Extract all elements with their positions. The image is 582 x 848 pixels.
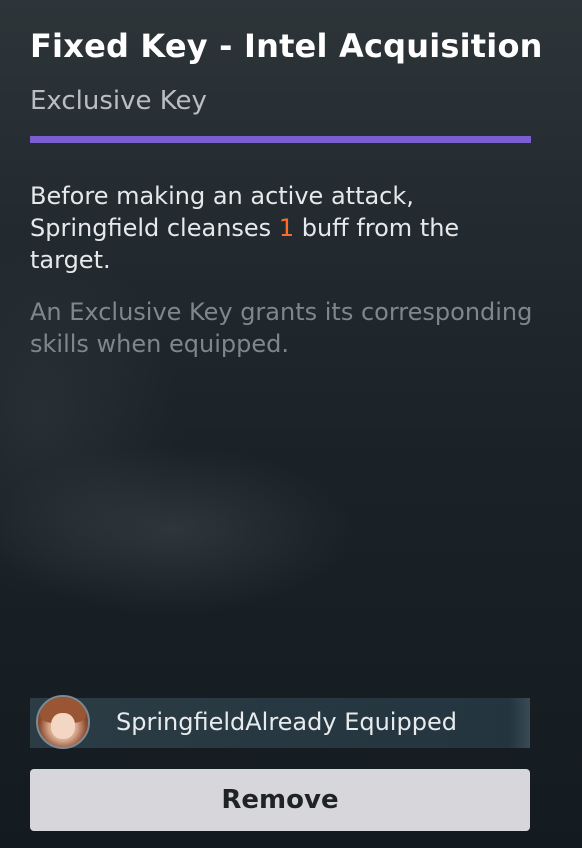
- equipped-status-row: SpringfieldAlready Equipped: [30, 695, 530, 749]
- equipped-status-text: SpringfieldAlready Equipped: [116, 708, 457, 736]
- exclusive-key-note: An Exclusive Key grants its correspondin…: [30, 298, 533, 358]
- key-detail-panel: Fixed Key - Intel Acquisition Exclusive …: [0, 0, 582, 848]
- item-type-label: Exclusive Key: [30, 86, 207, 116]
- row-edge-decoration: [508, 698, 530, 748]
- skill-description: Before making an active attack, Springfi…: [30, 180, 540, 276]
- remove-button[interactable]: Remove: [30, 769, 530, 831]
- avatar-face: [51, 713, 75, 739]
- description-number: 1: [278, 214, 295, 242]
- item-title: Fixed Key - Intel Acquisition: [30, 27, 543, 65]
- equipped-status-label: Already Equipped: [245, 708, 457, 736]
- character-avatar-icon: [36, 695, 90, 749]
- rarity-bar: [30, 136, 531, 143]
- equipped-character-name: Springfield: [116, 708, 246, 736]
